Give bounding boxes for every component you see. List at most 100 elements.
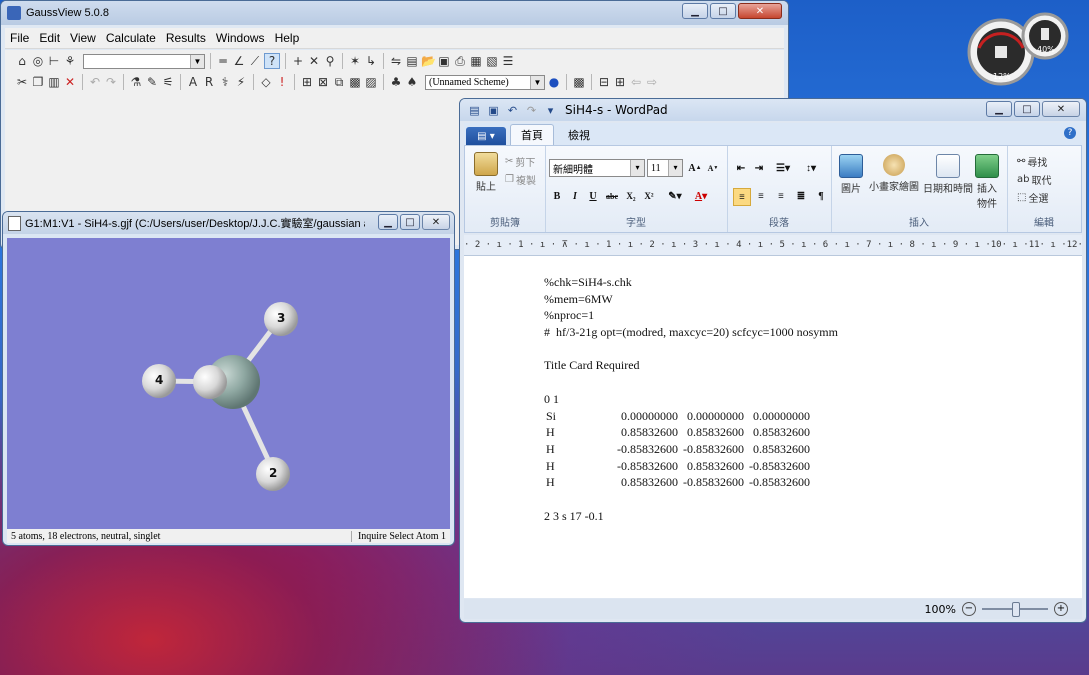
paste-icon[interactable]: ▥ [47, 75, 61, 89]
symmetry-icon[interactable]: ◇ [259, 75, 273, 89]
find-button[interactable]: ⚯ 尋找 [1017, 154, 1047, 169]
shrink-font-button[interactable]: A ▼ [705, 160, 721, 176]
wordpad-titlebar[interactable]: ▤ ▣ ↶ ↷ ▾ SiH4-s - WordPad ▁ □ ✕ [460, 99, 1086, 121]
view-icon[interactable]: ▨ [364, 75, 378, 89]
maximize-button[interactable]: □ [710, 3, 736, 19]
save-icon[interactable]: ▣ [437, 54, 451, 68]
tube-icon[interactable]: ⚕ [218, 75, 232, 89]
new-icon[interactable]: ▤ [405, 54, 419, 68]
application-menu-button[interactable]: ▤ ▾ [466, 127, 506, 145]
element-fragment-icon[interactable]: ⌂ [15, 54, 29, 68]
delete-icon[interactable]: ✕ [63, 75, 77, 89]
menu-windows[interactable]: Windows [211, 31, 270, 45]
charge-icon[interactable]: ⚟ [161, 75, 175, 89]
forward-icon[interactable]: ⇨ [645, 75, 659, 89]
delete-atom-icon[interactable]: ✕ [307, 54, 321, 68]
list-icon[interactable]: ☰ [501, 54, 515, 68]
fragment-combo[interactable]: ▼ [83, 53, 205, 69]
grow-font-button[interactable]: A ▲ [687, 160, 703, 176]
menu-results[interactable]: Results [161, 31, 211, 45]
italic-button[interactable]: I [567, 188, 583, 204]
picture-button[interactable]: 圖片 [839, 154, 863, 195]
help-icon[interactable]: ? [1064, 127, 1076, 139]
superscript-button[interactable]: X² [641, 188, 657, 204]
select-all-button[interactable]: ⬚ 全選 [1017, 190, 1048, 205]
document-area[interactable]: %chk=SiH4-s.chk %mem=6MW %nproc=1 # hf/3… [464, 256, 1082, 598]
print-icon[interactable]: ⎙ [453, 54, 467, 68]
select-icon[interactable]: ⚗ [129, 75, 143, 89]
quick-save-icon[interactable]: ▣ [487, 104, 500, 117]
wordpad-maximize-button[interactable]: □ [1014, 101, 1040, 117]
align-center-button[interactable]: ≡ [753, 188, 769, 204]
font-size-select[interactable]: 11 ▾ [647, 159, 683, 177]
paste-button[interactable]: 貼上 [473, 152, 499, 193]
font-color-button[interactable]: A ▾ [689, 188, 713, 204]
zoom-in-button[interactable]: + [1054, 602, 1068, 616]
ruler[interactable]: · 2 · ı · 1 · ı · ⊼ · ı · 1 · ı · 2 · ı … [464, 235, 1082, 256]
menu-calculate[interactable]: Calculate [101, 31, 161, 45]
highlight-button[interactable]: ✎▾ [663, 188, 687, 204]
menu-view[interactable]: View [65, 31, 101, 45]
dihedral-icon[interactable]: ⟋ [248, 54, 262, 68]
scheme-icon[interactable]: ♠ [405, 75, 419, 89]
image-icon[interactable]: ▦ [469, 54, 483, 68]
gaussview-titlebar[interactable]: GaussView 5.0.8 ▁ □ ✕ [1, 1, 788, 25]
calc-icon[interactable]: ⚡ [234, 75, 248, 89]
date-time-button[interactable]: 日期和時間 [923, 154, 973, 195]
paint-drawing-button[interactable]: 小畫家繪圖 [869, 154, 919, 193]
rebond-icon[interactable]: ↳ [364, 54, 378, 68]
biological-fragment-icon[interactable]: ⚘ [63, 54, 77, 68]
tile-icon[interactable]: ⊠ [316, 75, 330, 89]
copy-icon[interactable]: ❐ [31, 75, 45, 89]
insert-object-button[interactable]: 插入物件 [975, 154, 999, 210]
viewer-close-button[interactable]: ✕ [422, 214, 450, 230]
layout-icon[interactable]: ⊟ [597, 75, 611, 89]
add-valence-icon[interactable]: + [291, 54, 305, 68]
menu-file[interactable]: File [5, 31, 34, 45]
open-icon[interactable]: 📂 [421, 54, 436, 68]
quick-redo-icon[interactable]: ↷ [525, 104, 538, 117]
subscript-button[interactable]: X₂ [623, 188, 639, 204]
justify-button[interactable]: ≣ [793, 188, 809, 204]
decrease-indent-button[interactable]: ⇤ [733, 160, 749, 176]
paint-icon[interactable]: ♣ [389, 75, 403, 89]
replace-button[interactable]: ab 取代 [1017, 172, 1051, 187]
bullets-button[interactable]: ☰▾ [771, 160, 795, 176]
zoom-out-button[interactable]: − [962, 602, 976, 616]
results-icon[interactable]: R [202, 75, 216, 89]
cascade-icon[interactable]: ⧉ [332, 75, 346, 89]
zoom-slider[interactable] [982, 602, 1048, 617]
viewer-minimize-button[interactable]: ▁ [378, 214, 398, 230]
molecule-canvas[interactable]: 3 4 2 [7, 238, 450, 534]
align-left-button[interactable]: ≡ [733, 188, 751, 206]
r-group-icon[interactable]: ⊢ [47, 54, 61, 68]
viewer-maximize-button[interactable]: □ [400, 214, 420, 230]
customize-qat-icon[interactable]: ▾ [544, 104, 557, 117]
redo-icon[interactable]: ↷ [104, 75, 118, 89]
viewer-titlebar[interactable]: G1:M1:V1 - SiH4-s.gjf (C:/Users/user/Des… [3, 212, 454, 234]
tab-home[interactable]: 首頁 [510, 124, 554, 145]
symmetrize-icon[interactable]: ⚲ [323, 54, 337, 68]
bond-icon[interactable]: ═ [216, 54, 230, 68]
back-icon[interactable]: ⇦ [629, 75, 643, 89]
save-image-icon[interactable]: ▩ [572, 75, 586, 89]
line-spacing-button[interactable]: ↕▾ [799, 160, 823, 176]
ring-fragment-icon[interactable]: ◎ [31, 54, 45, 68]
font-family-select[interactable]: 新細明體 ▾ [549, 159, 645, 177]
menu-edit[interactable]: Edit [34, 31, 65, 45]
undo-icon[interactable]: ↶ [88, 75, 102, 89]
tab-view[interactable]: 檢視 [558, 125, 600, 145]
bold-button[interactable]: B [549, 188, 565, 204]
atom-list-icon[interactable]: A [186, 75, 200, 89]
inquire-icon[interactable]: ? [264, 53, 280, 69]
cut-icon[interactable]: ✂ [15, 75, 29, 89]
scheme-combo[interactable]: (Unnamed Scheme) ▼ [425, 74, 545, 90]
tools-icon[interactable]: ▧ [485, 54, 499, 68]
paragraph-dialog-button[interactable]: ¶ [813, 188, 829, 204]
grid-icon[interactable]: ⊞ [613, 75, 627, 89]
menu-help[interactable]: Help [270, 31, 305, 45]
angle-icon[interactable]: ∠ [232, 54, 246, 68]
wordpad-close-button[interactable]: ✕ [1042, 101, 1080, 117]
wordpad-minimize-button[interactable]: ▁ [986, 101, 1012, 117]
quick-undo-icon[interactable]: ↶ [506, 104, 519, 117]
